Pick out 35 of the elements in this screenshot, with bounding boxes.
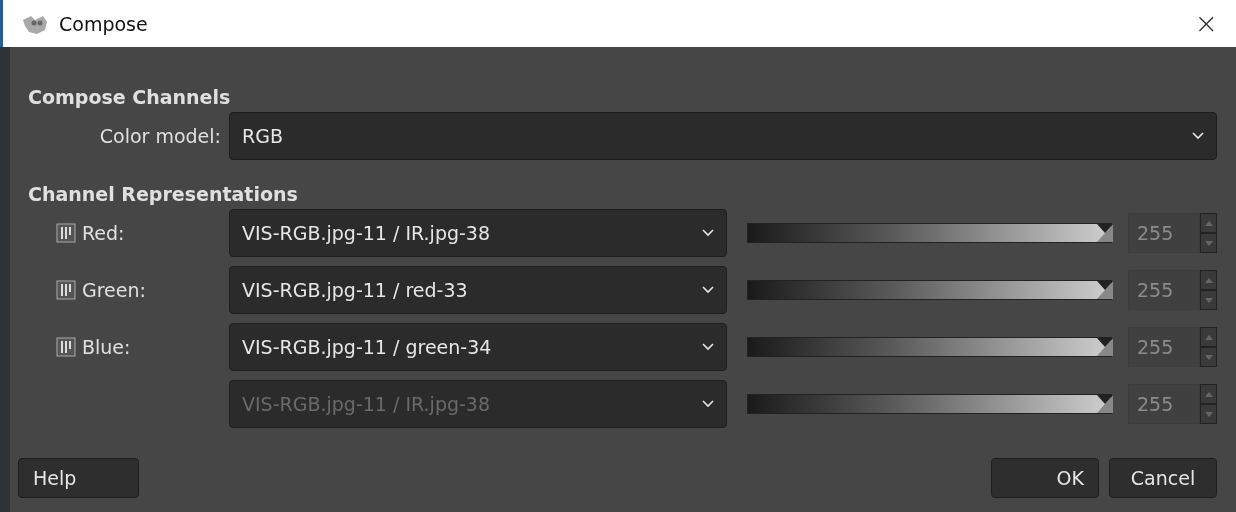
ok-button[interactable]: OK — [991, 458, 1099, 498]
decrement-icon[interactable] — [1200, 233, 1217, 253]
decrement-icon[interactable] — [1200, 290, 1217, 310]
channel-label: Green: — [82, 279, 146, 301]
slider-handle[interactable] — [1097, 338, 1113, 356]
increment-icon[interactable] — [1200, 384, 1217, 404]
channel-icon — [56, 280, 76, 300]
channel-icon — [56, 223, 76, 243]
cancel-button[interactable]: Cancel — [1109, 458, 1217, 498]
dropdown[interactable]: RGB — [229, 112, 1217, 160]
slider-handle[interactable] — [1097, 395, 1113, 413]
chevron-down-icon — [1192, 132, 1204, 140]
window-title: Compose — [59, 12, 149, 35]
increment-icon[interactable] — [1200, 270, 1217, 290]
decrement-icon[interactable] — [1200, 404, 1217, 424]
dropdown[interactable]: VIS-RGB.jpg-11 / green-34 — [229, 323, 727, 371]
chevron-down-icon — [702, 400, 714, 408]
chevron-down-icon — [702, 286, 714, 294]
chevron-down-icon — [702, 229, 714, 237]
channel-label: Blue: — [82, 336, 131, 358]
close-icon[interactable]: × — [1194, 9, 1218, 38]
increment-icon[interactable] — [1200, 327, 1217, 347]
channel-icon — [56, 337, 76, 357]
help-button[interactable]: Help — [18, 458, 139, 498]
channel-label: Red: — [82, 222, 125, 244]
slider-handle[interactable] — [1097, 224, 1113, 242]
dropdown[interactable]: VIS-RGB.jpg-11 / red-33 — [229, 266, 727, 314]
field-label: Color model: — [99, 125, 222, 147]
decrement-icon[interactable] — [1200, 347, 1217, 367]
chevron-down-icon — [702, 343, 714, 351]
section-heading: Compose Channels — [28, 86, 231, 108]
section-heading: Channel Representations — [28, 183, 298, 205]
increment-icon[interactable] — [1200, 213, 1217, 233]
slider-handle[interactable] — [1097, 281, 1113, 299]
dropdown[interactable]: VIS-RGB.jpg-11 / IR.jpg-38 — [229, 209, 727, 257]
